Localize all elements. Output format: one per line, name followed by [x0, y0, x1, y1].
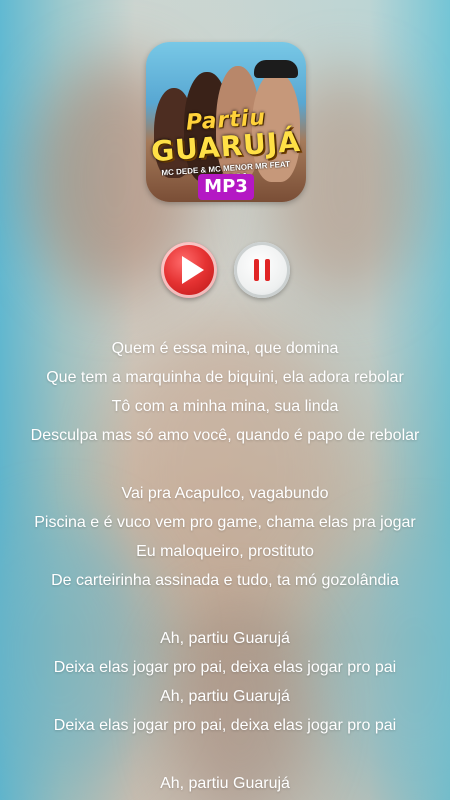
album-cover: Partiu GUARUJÁ MC DEDE & MC MENOR MR FEA…: [146, 42, 306, 202]
lyric-line: Quem é essa mina, que domina: [111, 340, 339, 357]
lyric-line: Tô com a minha mina, sua linda: [111, 398, 339, 415]
lyric-line: [0, 450, 450, 479]
lyric-line: Ah, partiu Guarujá: [160, 775, 290, 792]
play-icon: [182, 256, 204, 284]
lyric-line: Ah, partiu Guarujá: [160, 688, 290, 705]
player-screen: Partiu GUARUJÁ MC DEDE & MC MENOR MR FEA…: [0, 0, 450, 800]
mp3-badge: MP3: [198, 174, 254, 200]
lyric-line: Vai pra Acapulco, vagabundo: [121, 485, 329, 502]
lyric-line: Que tem a marquinha de biquini, ela ador…: [46, 369, 404, 386]
lyrics-list: Quem é essa mina, que domina Que tem a m…: [0, 334, 450, 798]
lyric-line: Deixa elas jogar pro pai, deixa elas jog…: [53, 717, 397, 734]
lyric-line: [0, 740, 450, 769]
lyric-line: Piscina e é vuco vem pro game, chama ela…: [34, 514, 416, 531]
pause-button[interactable]: [234, 242, 290, 298]
lyric-line: Desculpa mas só amo você, quando é papo …: [30, 427, 420, 444]
lyric-line: De carteirinha assinada e tudo, ta mó go…: [51, 572, 399, 589]
lyric-line: Eu maloqueiro, prostituto: [136, 543, 314, 560]
lyric-line: Deixa elas jogar pro pai, deixa elas jog…: [53, 659, 397, 676]
lyric-line: [0, 595, 450, 624]
play-button[interactable]: [161, 242, 217, 298]
lyric-line: Ah, partiu Guarujá: [160, 630, 290, 647]
